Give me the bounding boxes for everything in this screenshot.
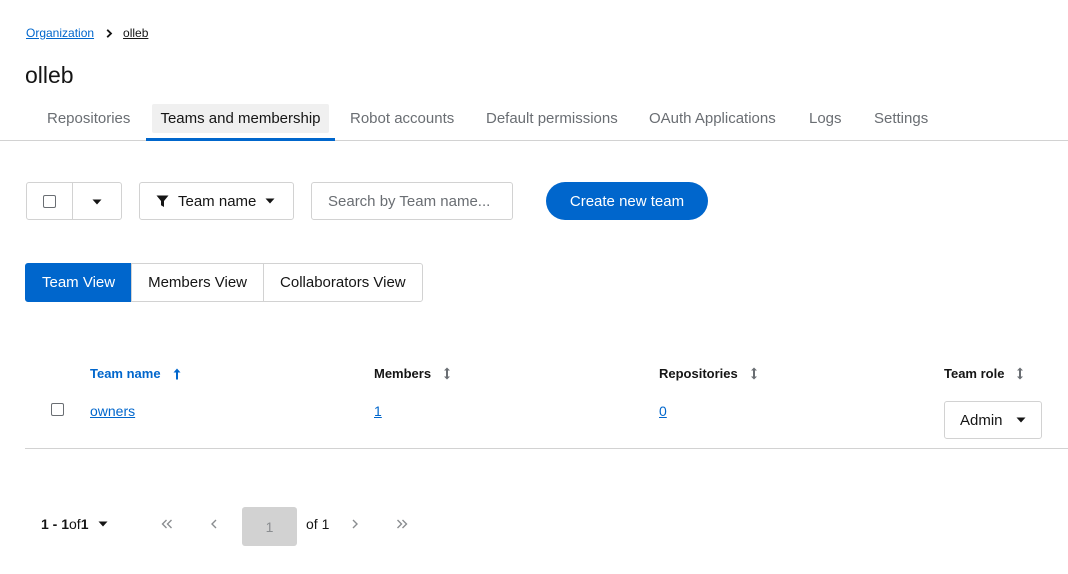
repositories-count-link[interactable]: 0 <box>659 403 667 419</box>
tab-label: Logs <box>809 109 842 127</box>
tab-label: Teams and membership <box>152 103 329 133</box>
page-title: olleb <box>25 62 74 88</box>
tab-robot-accounts[interactable]: Robot accounts <box>342 96 462 140</box>
tab-settings[interactable]: Settings <box>866 96 936 140</box>
bulk-select-toggle[interactable] <box>73 192 121 210</box>
page-number-input[interactable]: 1 <box>242 507 297 546</box>
tab-default-permissions[interactable]: Default permissions <box>478 96 626 140</box>
column-header-label: Members <box>374 366 432 381</box>
filter-select-label: Team name <box>178 192 257 210</box>
caret-down-icon <box>92 192 102 210</box>
pagination-total: 1 <box>80 516 89 532</box>
column-header-label: Team role <box>944 366 1005 381</box>
team-role-select[interactable]: Admin <box>944 401 1042 439</box>
tab-label: OAuth Applications <box>649 109 776 127</box>
filter-icon <box>156 195 169 208</box>
team-view-button[interactable]: Team View <box>25 263 133 302</box>
breadcrumb: Organization olleb <box>26 26 148 40</box>
search-placeholder: Search by Team name... <box>328 192 491 210</box>
column-header-team-role[interactable]: Team role <box>944 366 1024 381</box>
caret-down-icon <box>265 198 275 204</box>
breadcrumb-organization-link[interactable]: Organization <box>26 26 94 40</box>
filter-attribute-select[interactable]: Team name <box>139 182 294 220</box>
column-header-label: Team name <box>90 366 161 381</box>
members-view-button[interactable]: Members View <box>131 263 265 302</box>
column-header-label: Repositories <box>659 366 738 381</box>
column-header-repositories[interactable]: Repositories <box>659 366 758 381</box>
first-page-icon[interactable] <box>157 514 177 534</box>
tab-logs[interactable]: Logs <box>801 96 850 140</box>
caret-down-icon <box>98 521 108 527</box>
tab-bar: Repositories Teams and membership Robot … <box>0 96 1068 141</box>
members-count-link[interactable]: 1 <box>374 403 382 419</box>
column-header-members[interactable]: Members <box>374 366 451 381</box>
tab-label: Settings <box>874 109 929 127</box>
pagination-count-toggle[interactable]: 1 - 1 of 1 <box>41 516 108 532</box>
tab-label: Repositories <box>47 109 131 127</box>
chevron-right-icon <box>106 28 113 38</box>
tab-teams-and-membership[interactable]: Teams and membership <box>146 96 335 141</box>
tab-label: Robot accounts <box>350 109 455 127</box>
tab-oauth-applications[interactable]: OAuth Applications <box>641 96 784 140</box>
tab-repositories[interactable]: Repositories <box>39 96 138 140</box>
row-divider <box>25 448 1068 449</box>
create-new-team-button[interactable]: Create new team <box>546 182 708 220</box>
collaborators-view-button[interactable]: Collaborators View <box>263 263 423 302</box>
sort-icon <box>750 367 758 380</box>
tab-label: Default permissions <box>486 109 618 127</box>
pagination-of: of <box>69 516 81 532</box>
bulk-select-checkbox-area[interactable] <box>27 183 73 219</box>
sort-icon <box>1016 367 1024 380</box>
view-toggle-group: Team View Members View Collaborators Vie… <box>25 263 423 302</box>
breadcrumb-current[interactable]: olleb <box>123 26 148 40</box>
team-name-link[interactable]: owners <box>90 403 135 419</box>
page-count-label: of 1 <box>306 516 330 532</box>
pagination-range: 1 - 1 <box>41 516 70 532</box>
previous-page-icon[interactable] <box>204 514 224 534</box>
search-input[interactable]: Search by Team name... <box>311 182 513 220</box>
row-select-checkbox[interactable] <box>51 403 64 416</box>
last-page-icon[interactable] <box>392 514 412 534</box>
team-role-value: Admin <box>960 411 1003 429</box>
bulk-select-checkbox[interactable] <box>43 194 56 208</box>
bulk-select <box>26 182 122 220</box>
next-page-icon[interactable] <box>345 514 365 534</box>
sort-ascending-icon <box>173 368 181 380</box>
sort-icon <box>443 367 451 380</box>
caret-down-icon <box>1016 417 1026 423</box>
column-header-team-name[interactable]: Team name <box>90 366 181 381</box>
